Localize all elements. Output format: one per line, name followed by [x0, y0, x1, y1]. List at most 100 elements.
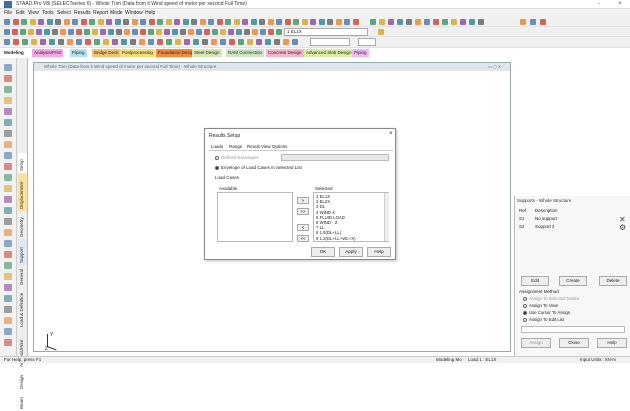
toolbar-tool-icon[interactable] — [28, 29, 34, 35]
side-tool-icon[interactable] — [4, 141, 12, 148]
toolbar-tool-icon[interactable] — [60, 29, 66, 35]
toolbar-tool-icon[interactable] — [108, 29, 114, 35]
module-tab[interactable]: Piping — [70, 49, 87, 57]
toolbar-tool-icon[interactable] — [131, 19, 138, 25]
toolbar-tool-icon[interactable] — [4, 19, 10, 25]
toolbar-tool-icon[interactable] — [220, 39, 226, 45]
toolbar-tool-icon[interactable] — [166, 39, 172, 45]
toolbar-tool-icon[interactable] — [191, 19, 197, 25]
toolbar-tool-icon[interactable] — [89, 19, 95, 25]
toolbar-tool-icon[interactable] — [106, 19, 112, 25]
close-button[interactable]: Close — [559, 338, 589, 348]
side-tool-icon[interactable] — [4, 130, 12, 137]
toolbar-tool-icon[interactable] — [124, 29, 130, 35]
side-tool-icon[interactable] — [4, 152, 12, 159]
assign-edit-list-option[interactable]: Assign To Edit List — [523, 317, 564, 322]
toolbar-tool-icon[interactable] — [276, 29, 282, 35]
toolbar-tool-icon[interactable] — [97, 19, 104, 25]
apply-button[interactable]: Apply — [339, 247, 363, 257]
toolbar-tool-icon[interactable] — [123, 19, 129, 25]
side-tool-icon[interactable] — [4, 229, 12, 236]
toolbar-tool-icon[interactable] — [193, 39, 199, 45]
tab-range[interactable]: Range — [229, 144, 242, 149]
toolbar-tool-icon[interactable] — [276, 19, 282, 25]
create-button[interactable]: Create — [559, 276, 587, 286]
toolbar-tool-icon[interactable] — [92, 29, 98, 35]
toolbar-tool-icon[interactable] — [260, 29, 266, 35]
menu-select[interactable]: Select — [57, 10, 71, 16]
remove-button[interactable]: < — [297, 224, 309, 231]
defined-envelopes-option[interactable]: Defined Envelopes — [215, 155, 259, 160]
support-row-ref[interactable]: S1 — [519, 216, 525, 221]
toolbar-tool-icon[interactable] — [220, 29, 226, 35]
list-scrollbar[interactable] — [384, 193, 389, 241]
toolbar-tool-icon[interactable] — [174, 19, 180, 25]
toolbar-tool-icon[interactable] — [433, 19, 439, 25]
toolbar-tool-icon[interactable] — [29, 19, 36, 25]
toolbar-tool-icon[interactable] — [211, 39, 217, 45]
ok-button[interactable]: OK — [311, 247, 335, 257]
toolbar-tool-icon[interactable] — [114, 19, 121, 25]
use-cursor-option[interactable]: Use Cursor To Assign — [523, 310, 570, 315]
side-tool-icon[interactable] — [4, 317, 12, 324]
toolbar-tool-icon[interactable] — [148, 39, 154, 45]
toolbar-tool-icon[interactable] — [236, 29, 242, 35]
toolbar-tool-icon[interactable] — [100, 29, 106, 35]
toolbar-tool-icon[interactable] — [76, 29, 82, 35]
side-tool-icon[interactable] — [4, 328, 12, 335]
toolbar-tool-icon[interactable] — [116, 29, 122, 35]
toolbar-tool-icon[interactable] — [140, 29, 146, 35]
toolbar-tool-icon[interactable] — [180, 29, 186, 35]
toolbar-tool-icon[interactable] — [22, 39, 28, 45]
toolbar-tool-icon[interactable] — [94, 39, 100, 45]
toolbar-tool-icon[interactable] — [327, 19, 333, 25]
menu-report[interactable]: Report — [93, 10, 108, 16]
toolbar-tool-icon[interactable] — [244, 29, 250, 35]
toolbar-tool-icon[interactable] — [406, 19, 412, 25]
assign-button[interactable]: Assign — [521, 338, 551, 348]
side-tool-icon[interactable] — [4, 64, 12, 71]
menu-edit[interactable]: Edit — [16, 10, 25, 16]
toolbar-tool-icon[interactable] — [4, 39, 10, 45]
toolbar-tool-icon[interactable] — [252, 29, 258, 35]
toolbar-tool-icon[interactable] — [284, 19, 291, 25]
toolbar-tool-icon[interactable] — [397, 19, 403, 25]
toolbar-tool-icon[interactable] — [442, 19, 448, 25]
toolbar-tool-icon[interactable] — [318, 19, 325, 25]
module-tab[interactable]: Postprocessing — [120, 49, 155, 57]
support-row-ref[interactable]: S2 — [519, 224, 525, 229]
toolbar-tool-icon[interactable] — [31, 39, 37, 45]
toolbar-tool-icon[interactable] — [388, 19, 394, 25]
menu-view[interactable]: View — [28, 10, 39, 16]
side-tool-icon[interactable] — [4, 240, 12, 247]
toolbar-tool-icon[interactable] — [301, 19, 308, 25]
side-tool-icon[interactable] — [4, 97, 12, 104]
toolbar-tool-icon[interactable] — [36, 29, 42, 35]
toolbar-tool-icon[interactable] — [72, 19, 78, 25]
close-window-button[interactable]: × — [618, 1, 622, 7]
tab-loads[interactable]: Loads — [211, 144, 223, 149]
toolbar-tool-icon[interactable] — [112, 39, 118, 45]
side-tool-icon[interactable] — [4, 218, 12, 225]
toolbar-tool-icon[interactable] — [352, 19, 359, 25]
tab-design[interactable]: Design — [18, 369, 27, 391]
selected-list[interactable]: 1 EL1X 2 EL2X 3 DL 4 WIND X5 FLUID LOAD 6 WI… — [313, 192, 389, 242]
toolbar-tool-icon[interactable] — [344, 19, 350, 25]
side-tool-icon[interactable] — [4, 339, 12, 346]
tab-general[interactable]: General — [18, 265, 27, 287]
toolbar-tool-icon[interactable] — [238, 39, 244, 45]
toolbar-tool-icon[interactable] — [424, 19, 430, 25]
toolbar-tool-icon[interactable] — [469, 19, 475, 25]
side-tool-icon[interactable] — [4, 196, 12, 203]
structure-combo[interactable] — [310, 38, 350, 46]
toolbar-tool-icon[interactable] — [148, 19, 155, 25]
toolbar-tool-icon[interactable] — [268, 29, 274, 35]
selected-load-case[interactable]: 9 1.2(DL+LL+WL+X) — [316, 236, 356, 241]
toolbar-tool-icon[interactable] — [283, 39, 289, 45]
envelope-load-cases-option[interactable]: Envelope of Load Cases in Selected List — [215, 165, 302, 170]
add-button[interactable]: > — [297, 197, 309, 204]
side-tool-icon[interactable] — [4, 108, 12, 115]
side-tool-icon[interactable] — [4, 262, 12, 269]
toolbar-tool-icon[interactable] — [182, 19, 189, 25]
toolbar-tool-icon[interactable] — [148, 29, 154, 35]
